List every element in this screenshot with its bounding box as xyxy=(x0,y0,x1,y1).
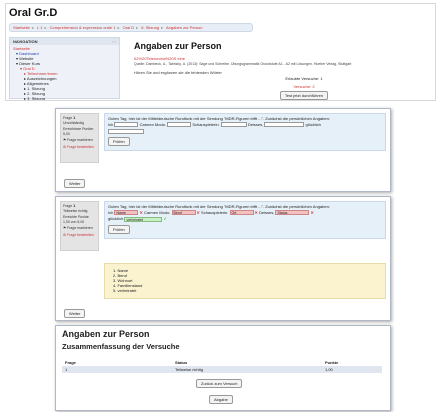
gap-input-4[interactable]: Status xyxy=(275,210,310,216)
edit-question-link[interactable]: ⚙ Frage bearbeiten xyxy=(63,233,96,238)
table-row[interactable]: 1 Teilweise richtig 1,00 xyxy=(62,366,382,373)
flag-question[interactable]: ⚑ Frage markieren xyxy=(63,226,96,231)
gap-input-3[interactable]: Ort xyxy=(229,210,254,216)
gap-input-5[interactable]: verheiratet xyxy=(124,216,163,222)
main-content: Angaben zur Person 02%20Telenovela%20S e… xyxy=(126,37,432,100)
attempts-allowed: Erlaubte Versuche: 1 xyxy=(285,76,323,81)
question-status: Teilweise richtig xyxy=(63,208,88,213)
text-fragment: Deisses, xyxy=(259,210,275,215)
question-text-area: Guten Tag, hier ist der Mitteldeutsche R… xyxy=(104,113,386,151)
page-title: Angaben zur Person xyxy=(134,41,222,51)
summary-subtitle: Zusammenfassung der Versuche xyxy=(62,342,180,351)
column-header: Status xyxy=(175,360,188,365)
site-title: Oral Gr.D xyxy=(9,7,58,19)
breadcrumb-item[interactable]: 6. Sitzung xyxy=(141,25,159,30)
navigation-block: NAVIGATION ▫ ▫ Startseite ▾ Dashboard ▾ We… xyxy=(9,37,120,101)
text-fragment: glücklich xyxy=(305,122,321,127)
breadcrumb-item[interactable]: Oral D xyxy=(123,25,135,30)
attempts-box: Erlaubte Versuche: 1 Versuche: 2 Test je… xyxy=(274,76,334,100)
text-fragment: glücklich xyxy=(108,216,124,222)
summary-page-title: Angaben zur Person xyxy=(62,329,150,339)
check-button[interactable]: Prüfen xyxy=(108,136,130,146)
navigation-header: NAVIGATION ▫ ▫ xyxy=(10,38,119,45)
breadcrumb-item[interactable]: L 1 xyxy=(37,25,42,30)
breadcrumb-current: Angaben zur Person xyxy=(165,25,203,30)
question-number: 1 xyxy=(73,203,76,208)
table-cell: 1,00 xyxy=(322,366,382,373)
source-note: Quelle: Dambeck, U., Tabrizky, U. (2013)… xyxy=(134,62,352,66)
incorrect-icon: ✕ xyxy=(310,210,314,215)
next-button[interactable]: Weiter xyxy=(64,309,86,318)
table-header-row: Frage Status Punkte xyxy=(62,359,382,366)
instruction-text: Hören Sie und ergänzen sie die fehlenden… xyxy=(134,70,222,75)
gap-input-4[interactable] xyxy=(264,122,305,128)
check-button[interactable]: Prüfen xyxy=(108,224,130,234)
submit-button[interactable]: Abgabe xyxy=(209,395,233,404)
text-fragment: Ich xyxy=(108,210,114,215)
start-test-button[interactable]: Test jetzt durchführen xyxy=(279,91,329,100)
breadcrumb: Startseite ▸ L 1 ▸ Comprehension & express… xyxy=(9,23,253,32)
incorrect-icon: ✕ xyxy=(196,210,200,215)
correct-icon: ✓ xyxy=(163,216,167,222)
navigation-title: NAVIGATION xyxy=(13,39,38,44)
column-header: Punkte xyxy=(325,360,339,365)
feedback-item: 5. verheiratet xyxy=(113,288,137,293)
course-page-panel: Oral Gr.D Startseite ▸ L 1 ▸ Comprehension… xyxy=(5,3,436,101)
question-text-area: Guten Tag, hier ist der Mitteldeutsche R… xyxy=(104,201,386,239)
incorrect-icon: ✕ xyxy=(139,210,143,215)
question-info: Frage 1 Teilweise richtig Erreichte Punk… xyxy=(60,201,99,251)
block-controls-icon[interactable]: ▫ ▫ xyxy=(112,38,116,45)
edit-label: Frage bearbeiten xyxy=(67,144,94,149)
question-panel-answered: Frage 1 Teilweise richtig Erreichte Punk… xyxy=(55,196,391,321)
question-panel-empty: Frage 1 Unvollständig Erreichbare Punkte… xyxy=(55,108,391,192)
question-points: Erreichte Punkte 1,00 von 5,00 xyxy=(63,215,89,224)
nav-item-label: 3. Sitzung xyxy=(27,96,45,101)
gap-input-2[interactable] xyxy=(167,122,192,128)
nav-item[interactable]: ▸ 3. Sitzung xyxy=(13,96,116,101)
gap-input-1[interactable]: Name xyxy=(114,210,139,216)
question-number: 1 xyxy=(73,115,76,120)
breadcrumb-item[interactable]: Comprehension & expression orale 1 xyxy=(50,25,116,30)
next-button[interactable]: Weiter xyxy=(64,179,86,188)
text-fragment: Schauspielerin. xyxy=(192,122,220,127)
question-text: Guten Tag, hier ist der Mitteldeutsche R… xyxy=(108,204,330,209)
text-fragment: Schauspielerin. xyxy=(201,210,229,215)
summary-table: Frage Status Punkte 1 Teilweise richtig … xyxy=(62,359,382,373)
flag-label: Frage markieren xyxy=(67,138,93,142)
incorrect-icon: ✕ xyxy=(254,210,258,215)
feedback-box: 1. Name 2. Beruf 3. Wohnort 4. Familiens… xyxy=(104,263,386,299)
audio-file-link[interactable]: 02%20Telenovela%20S eine xyxy=(134,56,432,61)
gap-input-3[interactable] xyxy=(220,122,247,128)
edit-question-link[interactable]: ⚙ Frage bearbeiten xyxy=(63,145,96,150)
table-cell: 1 xyxy=(62,366,172,373)
question-info: Frage 1 Unvollständig Erreichbare Punkte… xyxy=(60,113,99,163)
text-fragment: Ich xyxy=(108,122,114,127)
table-cell: Teilweise richtig xyxy=(172,366,322,373)
summary-panel: Angaben zur Person Zusammenfassung der V… xyxy=(55,325,391,411)
attempts-count: Versuche: 2 xyxy=(293,84,315,89)
question-status: Unvollständig xyxy=(63,120,85,125)
edit-label: Frage bearbeiten xyxy=(67,232,94,237)
gap-input-1[interactable] xyxy=(114,122,139,128)
column-header: Frage xyxy=(65,360,76,365)
text-fragment: Deisses, xyxy=(247,122,264,127)
gap-input-5[interactable] xyxy=(108,128,144,134)
back-to-attempt-button[interactable]: Zurück zum Versuch xyxy=(196,379,243,388)
text-fragment: Carmen Modo. xyxy=(139,122,167,127)
question-points: Erreichbare Punkte: 5,00 xyxy=(63,127,94,136)
flag-label: Frage markieren xyxy=(67,226,93,230)
question-text: Guten Tag, hier ist der Mitteldeutsche R… xyxy=(108,116,330,121)
gap-input-2[interactable]: Beruf xyxy=(171,210,196,216)
text-fragment: Carmen Modo. xyxy=(143,210,171,215)
breadcrumb-item[interactable]: Startseite xyxy=(13,25,30,30)
navigation-list: Startseite ▾ Dashboard ▾ Website ▾ Dieser K… xyxy=(10,45,119,101)
flag-question[interactable]: ⚑ Frage markieren xyxy=(63,138,96,143)
